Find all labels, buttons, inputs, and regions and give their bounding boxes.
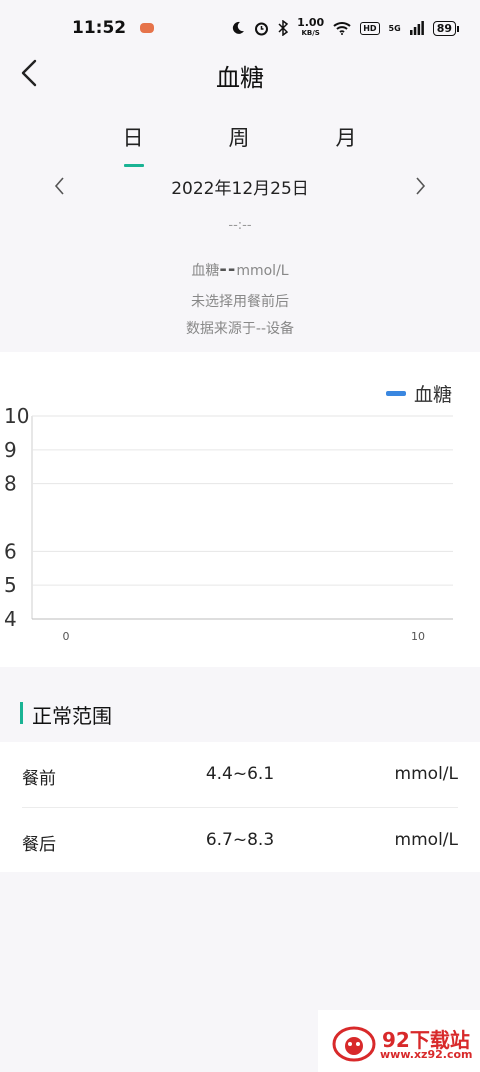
- current-date: 2022年12月25日: [171, 179, 309, 199]
- period-tabs: 日 周 月: [0, 122, 480, 172]
- reading-time: --:--: [228, 218, 252, 233]
- reading-value: --: [219, 259, 237, 280]
- range-row-before-meal: 餐前 4.4~6.1 mmol/L: [0, 742, 480, 808]
- range-label: 餐前: [22, 769, 56, 789]
- x-tick-label: 10: [411, 630, 425, 643]
- y-tick-label: 5: [4, 573, 17, 597]
- meal-status: 未选择用餐前后: [191, 294, 289, 310]
- wifi-icon: [333, 22, 351, 35]
- clock: 11:52: [72, 18, 127, 38]
- y-tick-label: 9: [4, 438, 17, 462]
- watermark-url: www.xz92.com: [380, 1048, 473, 1061]
- normal-range-table: 餐前 4.4~6.1 mmol/L 餐后 6.7~8.3 mmol/L: [0, 742, 480, 872]
- y-tick-label: 8: [4, 472, 17, 496]
- section-accent-bar: [20, 702, 23, 724]
- network-type: 5G: [388, 23, 401, 33]
- reading-value-line: 血糖--mmol/L: [0, 259, 480, 280]
- date-navigator: 2022年12月25日: [0, 168, 480, 204]
- y-tick-label: 6: [4, 539, 17, 563]
- tab-day[interactable]: 日: [103, 122, 163, 152]
- page-title: 血糖: [216, 64, 264, 92]
- normal-range-title: 正常范围: [32, 704, 112, 728]
- y-tick-label: 4: [4, 607, 17, 631]
- app-header: 血糖: [0, 44, 480, 104]
- selected-tab-indicator: [124, 164, 144, 167]
- range-value: 6.7~8.3: [205, 830, 275, 850]
- range-row-after-meal: 餐后 6.7~8.3 mmol/L: [0, 808, 480, 873]
- normal-range-header: 正常范围: [0, 688, 480, 740]
- range-unit: mmol/L: [394, 764, 458, 784]
- data-source: 数据来源于--设备: [185, 321, 295, 337]
- watermark: 92下载站 www.xz92.com: [318, 1010, 480, 1072]
- watermark-logo-icon: [332, 1026, 376, 1062]
- tab-week[interactable]: 周: [209, 122, 269, 152]
- speed-value: 1.00: [297, 16, 325, 29]
- battery-indicator: 89: [432, 20, 460, 36]
- alarm-icon: [255, 22, 269, 35]
- network-speed: 1.00 KB/S: [297, 16, 325, 38]
- reading-unit: mmol/L: [236, 263, 289, 279]
- status-right: 1.00 KB/S HD 5G 89: [231, 16, 460, 38]
- x-tick-label: 0: [63, 630, 70, 643]
- tab-month[interactable]: 月: [316, 122, 376, 152]
- signal-icon: [409, 21, 424, 35]
- range-unit: mmol/L: [394, 830, 458, 850]
- next-date-icon[interactable]: [410, 174, 430, 198]
- reading-label: 血糖: [191, 263, 220, 279]
- chart-card: 血糖 10 9 8 6 5 4 0 10: [0, 352, 480, 667]
- moon-icon: [232, 21, 245, 34]
- glucose-chart: 10 9 8 6 5 4 0 10: [4, 404, 453, 643]
- y-tick-label: 10: [4, 404, 29, 428]
- status-left: 11:52: [72, 18, 155, 38]
- range-value: 4.4~6.1: [205, 764, 275, 784]
- bluetooth-icon: [278, 20, 289, 36]
- hd-badge: HD: [360, 21, 380, 35]
- game-icon: [140, 23, 155, 33]
- speed-unit: KB/S: [301, 29, 320, 37]
- range-label: 餐后: [22, 835, 56, 855]
